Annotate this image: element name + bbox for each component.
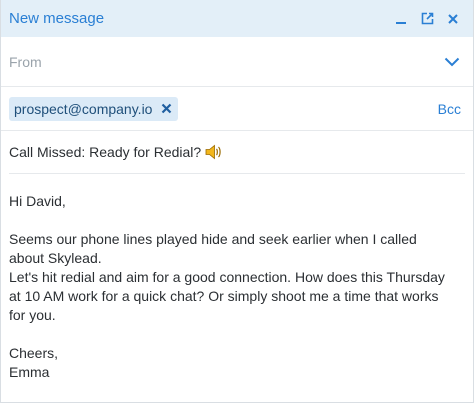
body-greeting: Hi David,	[9, 193, 66, 209]
message-body[interactable]: Hi David, Seems our phone lines played h…	[1, 174, 473, 382]
remove-recipient-icon[interactable]	[160, 103, 172, 115]
popout-icon[interactable]	[419, 11, 435, 27]
subject-field[interactable]: Call Missed: Ready for Redial?	[9, 131, 465, 174]
body-line: Let's hit redial and aim for a good conn…	[9, 269, 445, 285]
body-line: Seems our phone lines played hide and se…	[9, 231, 417, 247]
window-controls	[393, 11, 465, 27]
chevron-down-icon[interactable]	[443, 54, 461, 70]
recipient-chip[interactable]: prospect@company.io	[9, 96, 179, 121]
compose-window: New message From prospect@company.io Bcc…	[0, 0, 474, 403]
compose-title: New message	[9, 10, 105, 27]
from-label: From	[9, 53, 42, 70]
subject-text: Call Missed: Ready for Redial?	[9, 144, 202, 160]
body-line: at 10 AM work for a quick chat? Or simpl…	[9, 288, 439, 304]
to-field[interactable]: prospect@company.io Bcc	[1, 87, 473, 131]
from-field[interactable]: From	[1, 37, 473, 87]
body-line: about Skylead.	[9, 250, 102, 266]
body-signature: Emma	[9, 364, 50, 380]
body-line: for you.	[9, 307, 56, 323]
compose-header: New message	[1, 0, 473, 37]
recipient-email: prospect@company.io	[14, 100, 153, 117]
close-icon[interactable]	[445, 11, 461, 27]
bcc-button[interactable]: Bcc	[438, 101, 465, 117]
speaker-icon	[205, 144, 223, 160]
body-signoff: Cheers,	[9, 345, 59, 361]
minimize-icon[interactable]	[393, 11, 409, 27]
